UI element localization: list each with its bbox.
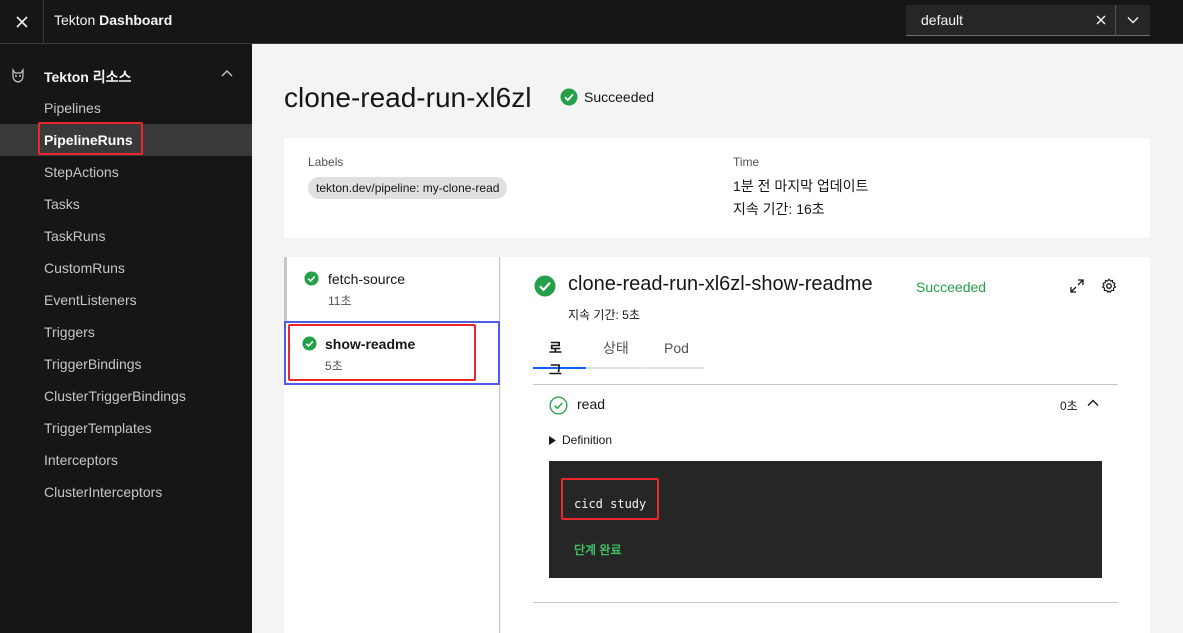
step-duration: 0초 <box>1060 399 1078 413</box>
sidebar-group-tekton-resources[interactable]: Tekton 리소스 <box>0 60 252 92</box>
task-detail-panel: clone-read-run-xl6zl-show-readme Succeed… <box>501 257 1150 633</box>
taskrun-title: clone-read-run-xl6zl-show-readme <box>568 273 873 295</box>
step-complete-message: 단계 완료 <box>574 543 622 557</box>
sidebar-item-triggerbindings[interactable]: TriggerBindings <box>0 348 252 380</box>
tab-status[interactable]: 상태 <box>587 337 647 369</box>
definition-toggle[interactable]: Definition <box>549 433 612 447</box>
labels-heading: Labels <box>308 155 344 169</box>
sidebar-item-triggers[interactable]: Triggers <box>0 316 252 348</box>
task-name: show-readme <box>325 336 416 352</box>
checkmark-filled-icon <box>534 275 556 297</box>
task-item-show-readme[interactable]: show-readme 5초 <box>284 321 500 385</box>
sidebar-item-triggertemplates[interactable]: TriggerTemplates <box>0 412 252 444</box>
page-title: clone-read-run-xl6zl <box>284 82 532 113</box>
app-brand[interactable]: Tekton Dashboard <box>54 12 172 28</box>
namespace-clear-button[interactable] <box>1086 4 1116 36</box>
definition-label: Definition <box>562 433 613 447</box>
last-updated-text: 1분 전 마지막 업데이트 <box>733 178 869 194</box>
chevron-down-icon <box>1127 17 1139 24</box>
run-status-badge: Succeeded <box>560 88 654 106</box>
close-icon <box>15 16 28 28</box>
chevron-up-icon <box>1087 399 1099 406</box>
log-output: cicd study 단계 완료 <box>549 461 1102 578</box>
task-item-fetch-source[interactable]: fetch-source 11초 <box>284 257 500 321</box>
sidebar-item-pipelines[interactable]: Pipelines <box>0 92 252 124</box>
run-info-card: Labels tekton.dev/pipeline: my-clone-rea… <box>284 138 1150 238</box>
tab-pod[interactable]: Pod <box>648 337 704 369</box>
task-list: fetch-source 11초 show-readme 5초 <box>284 257 500 633</box>
divider <box>533 602 1118 603</box>
sidebar-item-interceptors[interactable]: Interceptors <box>0 444 252 476</box>
namespace-value: default <box>921 12 964 28</box>
sidebar-item-stepactions[interactable]: StepActions <box>0 156 252 188</box>
caret-right-icon <box>549 435 556 445</box>
top-header: Tekton Dashboard default <box>0 0 1183 44</box>
sidebar-item-pipelineruns[interactable]: PipelineRuns <box>0 124 252 156</box>
sidebar-item-tasks[interactable]: Tasks <box>0 188 252 220</box>
divider <box>533 384 1118 385</box>
sidebar-item-eventlisteners[interactable]: EventListeners <box>0 284 252 316</box>
maximize-icon[interactable] <box>1069 278 1085 294</box>
log-line: cicd study <box>574 497 647 511</box>
sidebar-item-clusterinterceptors[interactable]: ClusterInterceptors <box>0 476 252 508</box>
chevron-up-icon <box>221 70 233 77</box>
sidebar-item-clustertriggerbindings[interactable]: ClusterTriggerBindings <box>0 380 252 412</box>
gear-icon[interactable] <box>1101 278 1117 294</box>
checkmark-outline-icon <box>549 396 568 415</box>
taskrun-duration: 지속 기간: 5초 <box>568 308 640 322</box>
task-name: fetch-source <box>328 271 406 287</box>
label-tag: tekton.dev/pipeline: my-clone-read <box>308 177 508 199</box>
time-heading: Time <box>733 155 760 169</box>
tab-logs[interactable]: 로그 <box>533 337 586 378</box>
sidebar: Tekton 리소스 Pipelines PipelineRuns StepAc… <box>0 44 252 633</box>
run-duration-text: 지속 기간: 16초 <box>733 201 825 217</box>
close-menu-button[interactable] <box>0 0 44 44</box>
step-name: read <box>577 396 606 412</box>
brand-bold: Dashboard <box>99 12 173 28</box>
detail-tabs: 로그 상태 Pod <box>533 337 705 378</box>
task-duration: 11초 <box>328 294 352 308</box>
sidebar-item-taskruns[interactable]: TaskRuns <box>0 220 252 252</box>
checkmark-filled-icon <box>304 271 319 286</box>
run-status-text: Succeeded <box>584 89 655 105</box>
namespace-dropdown-button[interactable] <box>1116 5 1150 36</box>
step-read-header[interactable]: read 0초 <box>549 395 1102 419</box>
checkmark-filled-icon <box>302 336 317 351</box>
namespace-select[interactable]: default <box>906 4 1150 36</box>
brand-prefix: Tekton <box>54 12 96 28</box>
sidebar-item-customruns[interactable]: CustomRuns <box>0 252 252 284</box>
tekton-cat-icon <box>12 68 24 83</box>
taskrun-status: Succeeded <box>916 279 987 295</box>
close-icon <box>1096 15 1105 25</box>
sidebar-group-label: Tekton 리소스 <box>44 69 132 85</box>
task-duration: 5초 <box>325 359 343 373</box>
checkmark-filled-icon <box>560 88 578 106</box>
